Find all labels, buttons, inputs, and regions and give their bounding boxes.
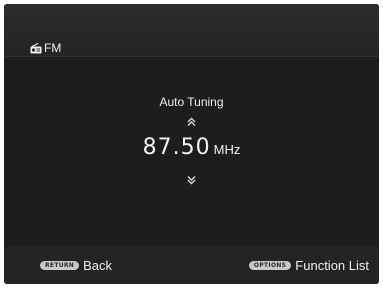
tuning-mode-label: Auto Tuning (159, 95, 224, 109)
footer-bar: RETURN Back OPTIONS Function List (4, 247, 379, 284)
page-title: FM (30, 41, 61, 55)
band-label: FM (44, 41, 62, 55)
return-key-badge: RETURN (40, 261, 80, 270)
back-label: Back (83, 258, 113, 273)
header-bar: FM (4, 4, 379, 56)
chevron-double-up-icon[interactable] (186, 112, 197, 126)
frequency-unit: MHz (213, 142, 241, 157)
radio-icon (30, 42, 42, 54)
back-button[interactable]: RETURN Back (40, 258, 112, 273)
options-key-badge: OPTIONS (248, 261, 292, 270)
function-list-label: Function List (295, 258, 369, 273)
function-list-button[interactable]: OPTIONS Function List (248, 258, 369, 273)
frequency-display: 87.50 MHz (4, 135, 379, 160)
tuner-screen: FM Auto Tuning 87.50 MHz RETURN Back OPTI… (4, 4, 379, 284)
frequency-value: 87.50 (142, 135, 211, 160)
tuning-panel: Auto Tuning 87.50 MHz (4, 56, 379, 248)
chevron-double-down-icon[interactable] (186, 170, 197, 185)
